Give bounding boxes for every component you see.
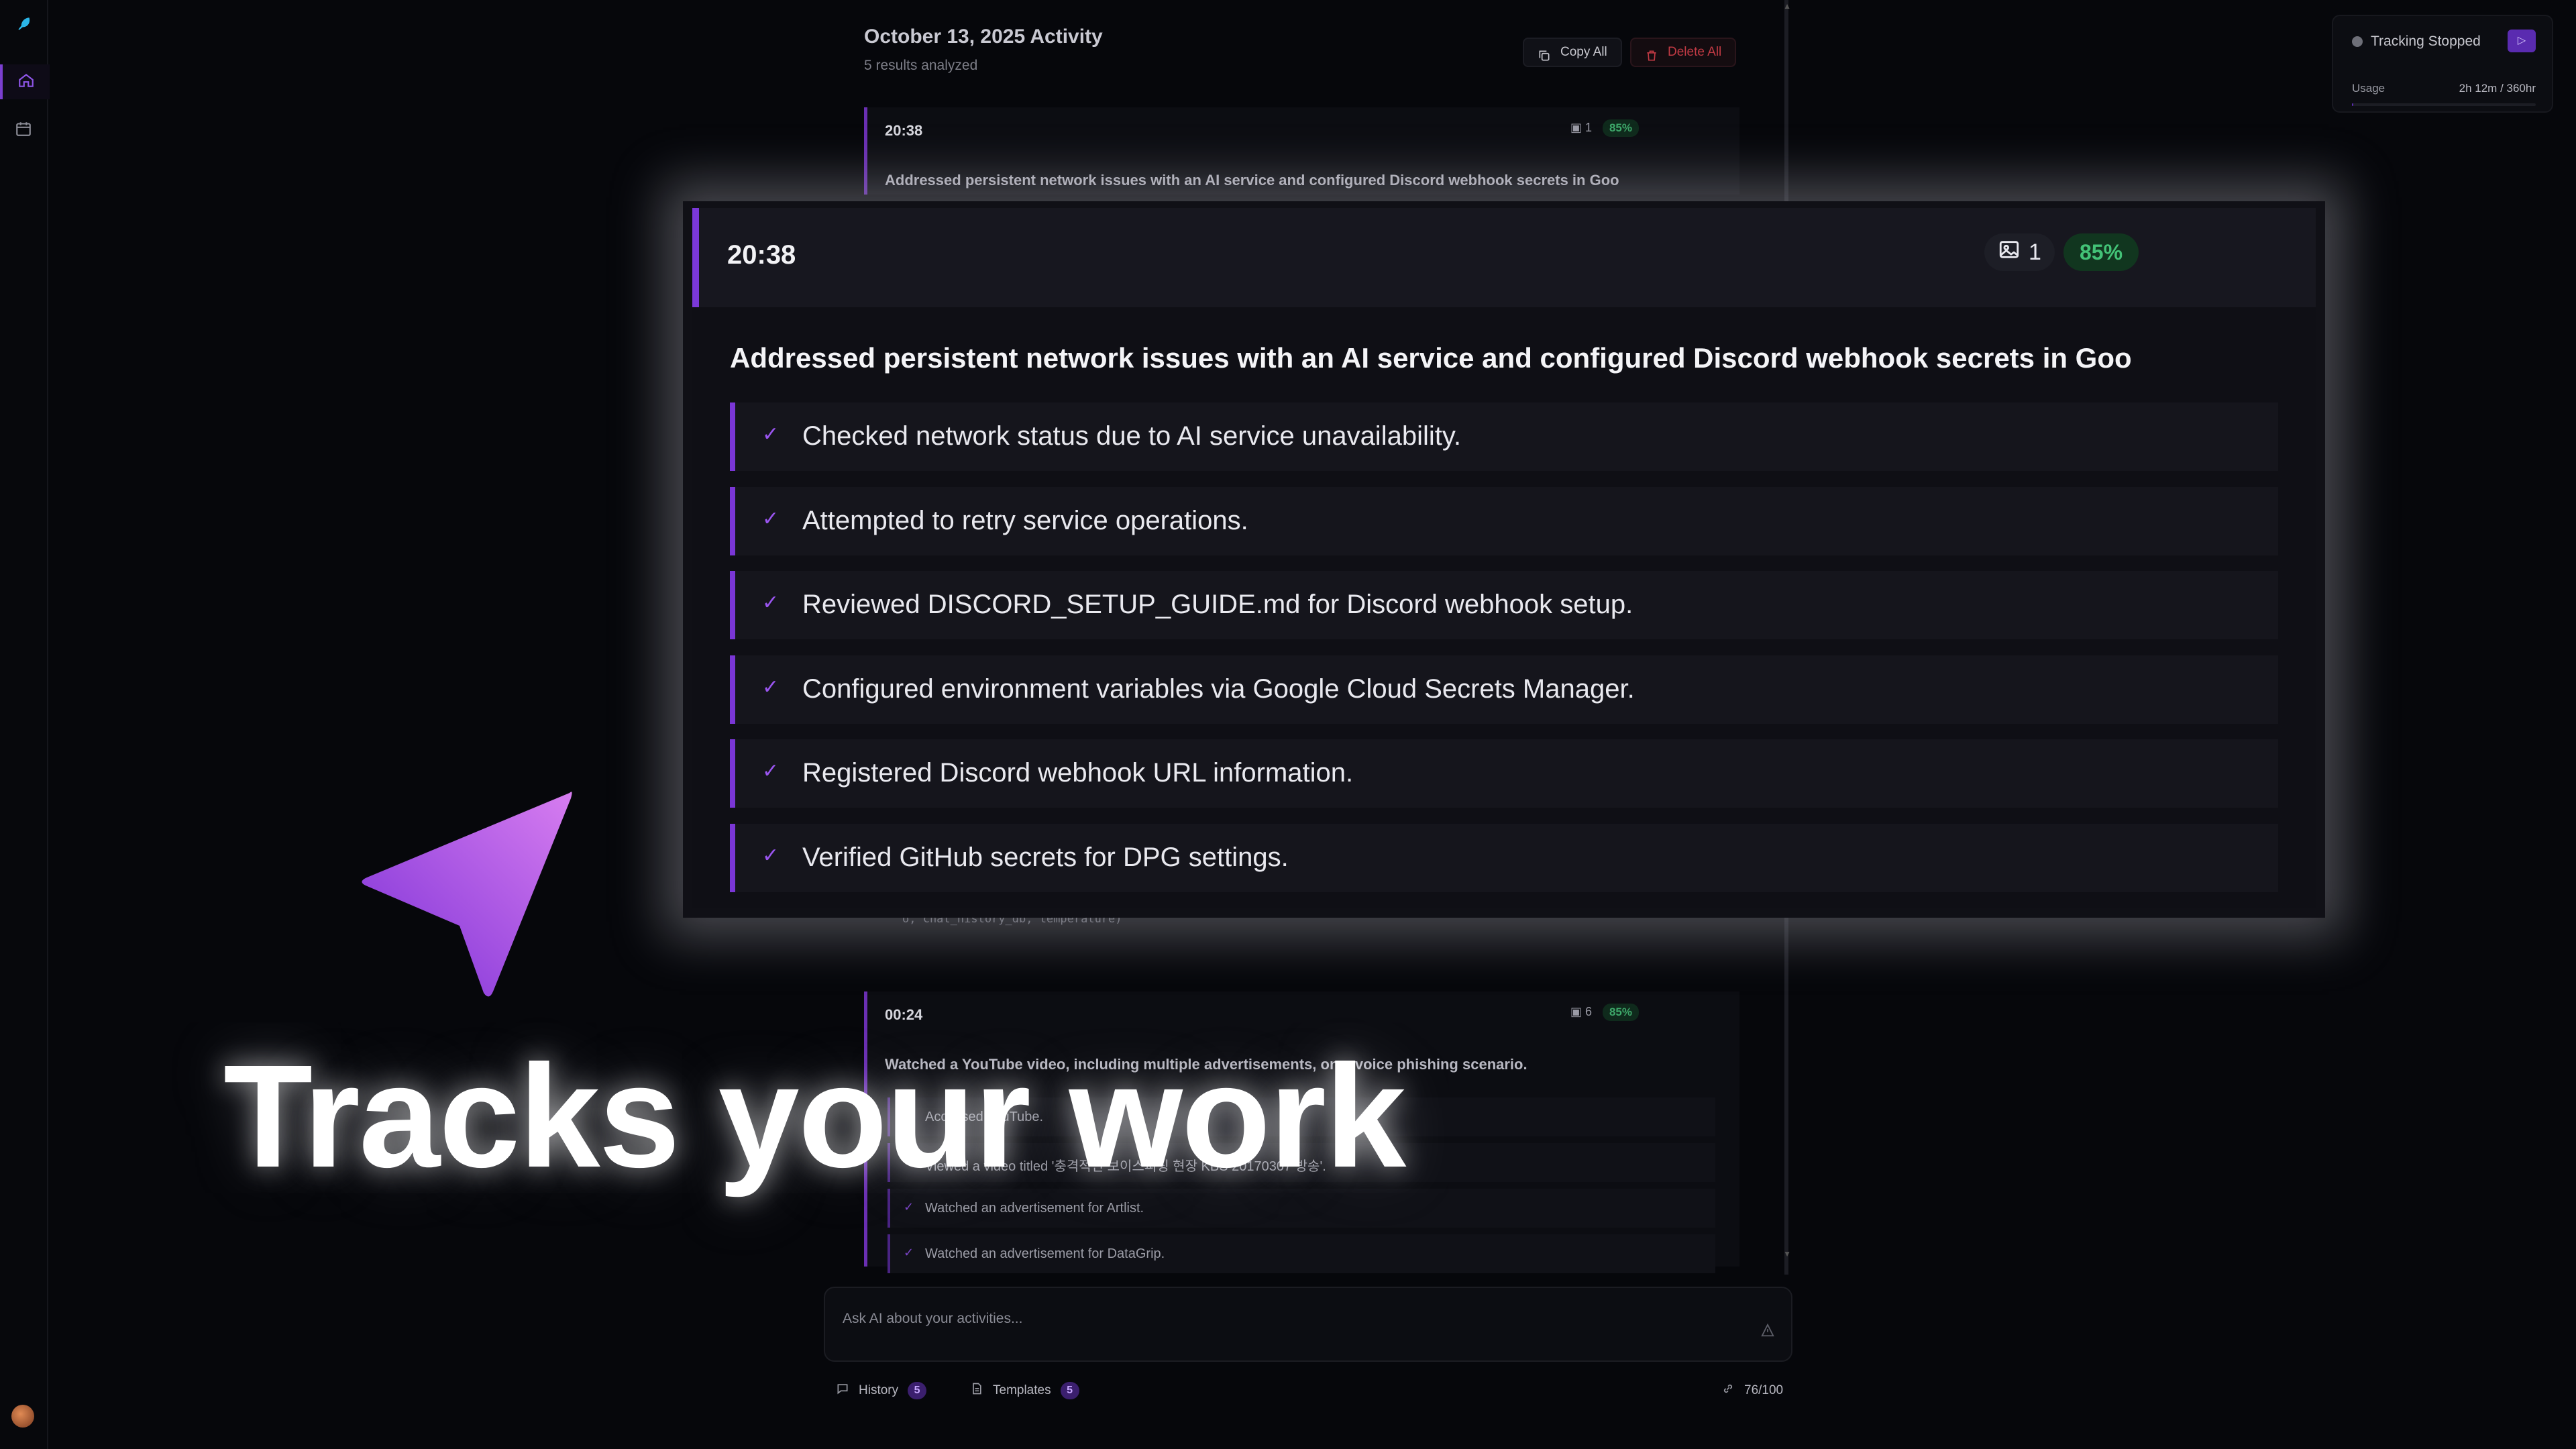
check-icon: ✓ (904, 1246, 914, 1259)
trash-icon (1645, 46, 1658, 72)
scroll-down-icon[interactable]: ▼ (1783, 1249, 1791, 1258)
list-item-text: Registered Discord webhook URL informati… (802, 758, 1354, 788)
confidence-badge: 85% (1602, 1004, 1639, 1021)
list-item-text: Watched an advertisement for DataGrip. (925, 1246, 1165, 1261)
entry-summary: Addressed persistent network issues with… (730, 342, 2132, 374)
tagline: Tracks your work (223, 1035, 1406, 1198)
list-item-text: Reviewed DISCORD_SETUP_GUIDE.md for Disc… (802, 590, 1633, 619)
list-item: ✓ Configured environment variables via G… (730, 655, 2278, 724)
entry-time: 00:24 (885, 1006, 923, 1023)
send-icon[interactable] (1760, 1323, 1775, 1342)
copy-icon (1538, 46, 1551, 72)
usage-label: Usage (2352, 82, 2385, 95)
image-count-badge: ▣ 1 (1570, 121, 1592, 134)
user-avatar[interactable] (11, 1405, 34, 1428)
tracking-status: Tracking Stopped (2371, 34, 2481, 49)
check-icon: ✓ (762, 423, 780, 445)
link-icon (1721, 1382, 1735, 1399)
document-icon (970, 1382, 983, 1399)
play-icon: ▷ (2517, 35, 2526, 46)
cursor-arrow-icon (362, 792, 572, 997)
check-icon: ✓ (762, 845, 780, 867)
delete-all-label: Delete All (1668, 45, 1722, 59)
usage-count: 76/100 (1744, 1383, 1784, 1397)
templates-label: Templates (993, 1383, 1051, 1397)
list-item: ✓ Checked network status due to AI servi… (730, 402, 2278, 471)
home-icon (17, 72, 35, 93)
image-count: 1 (2029, 239, 2041, 265)
results-count: 5 results analyzed (864, 58, 978, 73)
usage-value: 2h 12m / 360hr (2459, 82, 2536, 95)
check-icon: ✓ (762, 676, 780, 698)
start-tracking-button[interactable]: ▷ (2508, 30, 2536, 52)
list-item: ✓ Reviewed DISCORD_SETUP_GUIDE.md for Di… (730, 571, 2278, 639)
list-item-text: Watched an advertisement for Artlist. (925, 1201, 1144, 1216)
scroll-up-icon[interactable]: ▲ (1783, 1, 1791, 11)
sidebar-item-home[interactable] (0, 64, 50, 99)
image-count-badge: ▣ 6 (1570, 1005, 1592, 1018)
usage-indicator: 76/100 (1721, 1382, 1783, 1399)
image-icon (1998, 238, 2021, 267)
entry-time: 20:38 (727, 240, 796, 270)
list-item: ✓ Verified GitHub secrets for DPG settin… (730, 824, 2278, 892)
chat-bubble-icon (836, 1382, 849, 1399)
image-count: 1 (1585, 121, 1592, 134)
copy-all-button[interactable]: Copy All (1523, 38, 1622, 67)
delete-all-button[interactable]: Delete All (1630, 38, 1737, 67)
copy-all-label: Copy All (1560, 45, 1607, 59)
tracking-widget: Tracking Stopped ▷ Usage 2h 12m / 360hr (2332, 15, 2553, 113)
list-item: ✓ Registered Discord webhook URL informa… (730, 739, 2278, 808)
feather-logo-icon[interactable] (15, 15, 32, 32)
list-item: ✓ Watched an advertisement for DataGrip. (888, 1234, 1715, 1273)
list-item-text: Checked network status due to AI service… (802, 421, 1461, 451)
list-item-text: Configured environment variables via Goo… (802, 674, 1635, 704)
accent-bar (692, 208, 699, 307)
entry-summary: Addressed persistent network issues with… (885, 172, 1619, 189)
ask-ai-input[interactable] (841, 1301, 1716, 1336)
history-count-badge: 5 (908, 1382, 927, 1399)
list-item: ✓ Attempted to retry service operations. (730, 487, 2278, 555)
check-icon: ✓ (762, 508, 780, 530)
ai-chat-box (824, 1287, 1792, 1362)
entry-time: 20:38 (885, 122, 923, 139)
templates-button[interactable]: Templates 5 (970, 1382, 1079, 1399)
calendar-icon (15, 120, 32, 141)
check-icon: ✓ (904, 1200, 914, 1214)
list-item-text: Attempted to retry service operations. (802, 506, 1248, 535)
usage-progress-bar (2352, 103, 2536, 106)
history-label: History (859, 1383, 899, 1397)
usage-progress-fill (2352, 103, 2353, 106)
confidence-badge: 85% (2063, 233, 2139, 271)
templates-count-badge: 5 (1060, 1382, 1079, 1399)
activity-entry[interactable]: 20:38 ▣ 1 85% Addressed persistent netwo… (864, 107, 1739, 195)
zoomed-activity-card: 20:38 1 85% Addressed persistent network… (683, 201, 2325, 918)
history-button[interactable]: History 5 (836, 1382, 927, 1399)
image-count: 6 (1585, 1005, 1592, 1018)
image-count-badge: 1 (1984, 233, 2055, 271)
left-sidebar (0, 0, 50, 1449)
check-icon: ✓ (762, 760, 780, 782)
check-icon: ✓ (762, 592, 780, 614)
sidebar-item-calendar[interactable] (0, 113, 47, 148)
status-dot-icon (2352, 36, 2363, 47)
confidence-badge: 85% (1602, 119, 1639, 137)
list-item-text: Verified GitHub secrets for DPG settings… (802, 843, 1289, 872)
page-title: October 13, 2025 Activity (864, 25, 1103, 48)
